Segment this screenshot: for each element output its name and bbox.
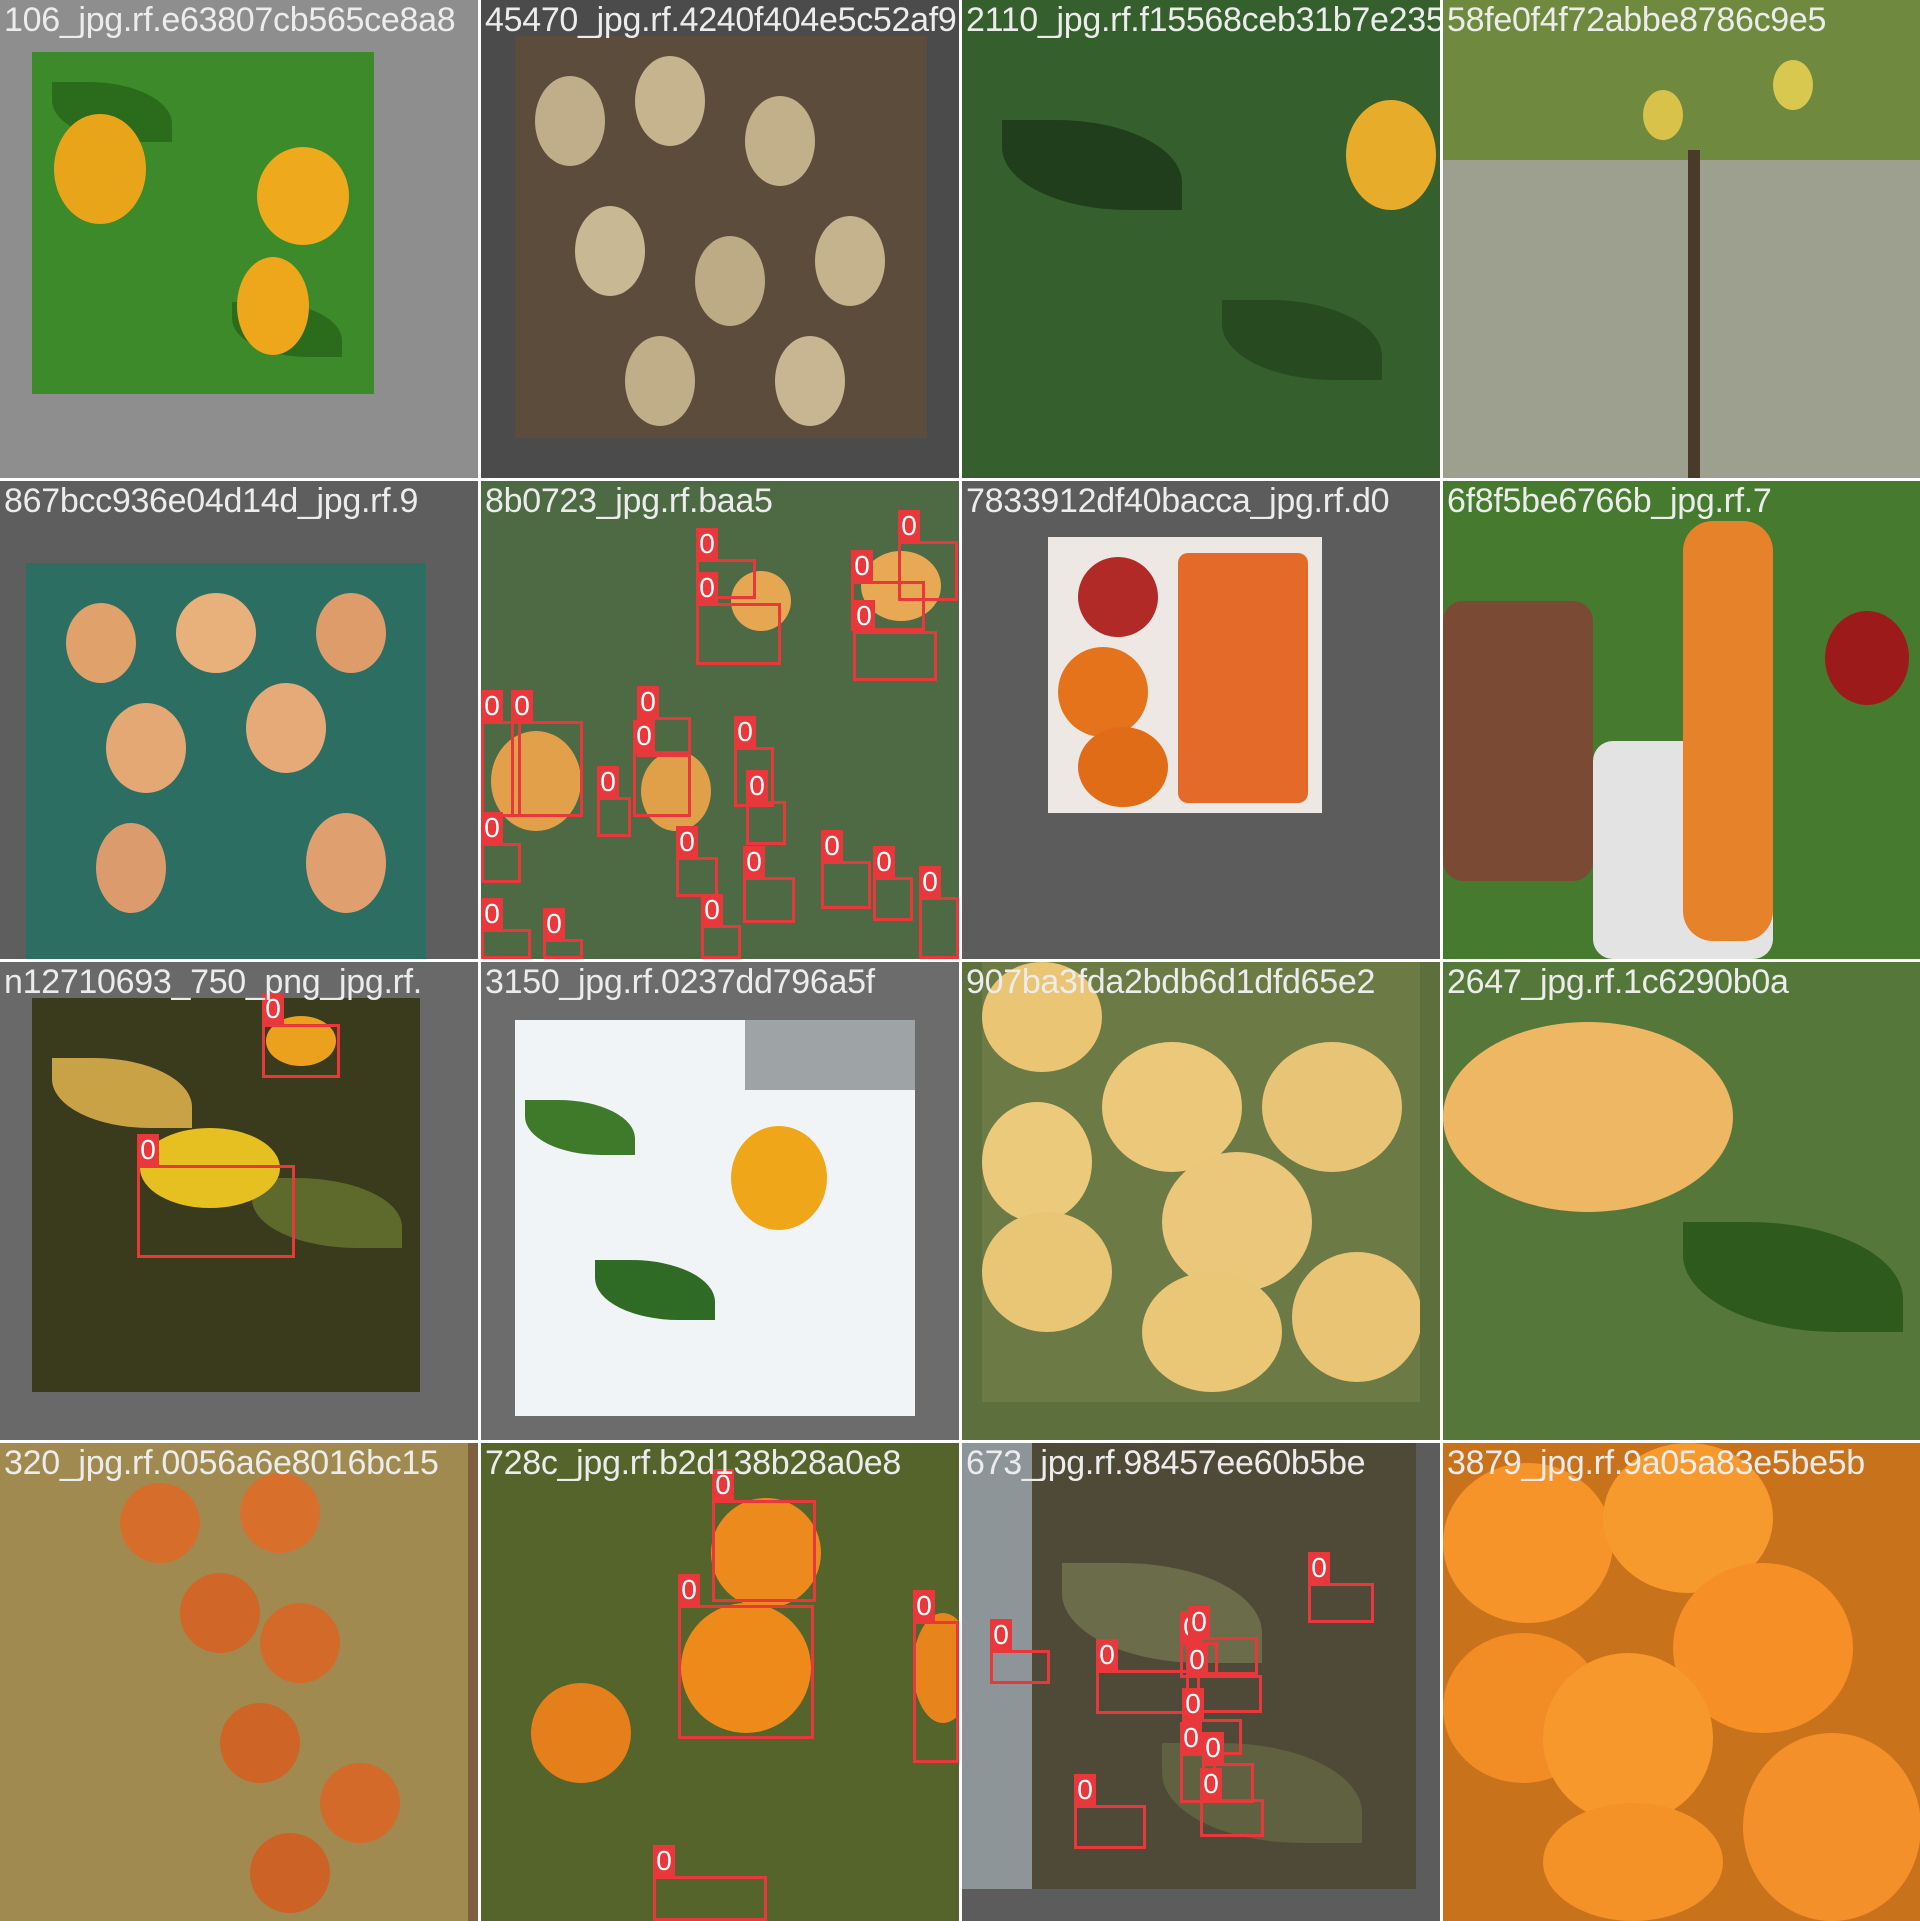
- detection-box: 0: [597, 766, 631, 837]
- tile-caption: 106_jpg.rf.e63807cb565ce8a8: [4, 1, 456, 39]
- tile-caption: 2647_jpg.rf.1c6290b0a: [1447, 963, 1789, 1001]
- detection-box: 0: [543, 908, 583, 959]
- detection-box: 0: [678, 1574, 814, 1739]
- tile-photo: [1443, 481, 1920, 959]
- detection-box: 0: [821, 830, 871, 909]
- tile-caption: 320_jpg.rf.0056a6e8016bc15: [4, 1444, 439, 1482]
- grid-divider: [0, 959, 1920, 962]
- tile-photo: [1443, 0, 1920, 478]
- detection-box: 0: [913, 1590, 959, 1763]
- tile-11: 907ba3fda2bdb6d1dfd65e2: [962, 962, 1440, 1440]
- tile-16: 3879_jpg.rf.9a05a83e5be5b: [1443, 1443, 1920, 1921]
- detection-box: 0: [1074, 1774, 1146, 1849]
- detection-box: 0: [481, 898, 531, 959]
- detection-box: 0: [481, 812, 521, 883]
- tile-caption: 867bcc936e04d14d_jpg.rf.9: [4, 482, 419, 520]
- tile-4: 58fe0f4f72abbe8786c9e5: [1443, 0, 1920, 478]
- tile-caption: 6f8f5be6766b_jpg.rf.7: [1447, 482, 1772, 520]
- tile-12: 2647_jpg.rf.1c6290b0a: [1443, 962, 1920, 1440]
- detection-box: 0: [853, 600, 937, 681]
- detection-box: 0: [919, 866, 959, 959]
- detection-box: 0: [712, 1469, 816, 1602]
- mosaic-grid: 106_jpg.rf.e63807cb565ce8a8 45470_jpg.rf…: [0, 0, 1920, 1921]
- detection-box: 0: [653, 1845, 767, 1921]
- detection-box: 0: [873, 846, 913, 921]
- tile-caption: 673_jpg.rf.98457ee60b5be: [966, 1444, 1366, 1482]
- detection-box: 0: [481, 690, 521, 817]
- tile-photo: [515, 36, 927, 438]
- tile-photo: [515, 1020, 915, 1416]
- tile-caption: n12710693_750_png_jpg.rf.: [4, 963, 422, 1001]
- detection-box: 0: [511, 690, 583, 817]
- detection-box: 0: [262, 993, 340, 1078]
- detection-box: 0: [1308, 1552, 1374, 1623]
- tile-3: 2110_jpg.rf.f15568ceb31b7e2356a: [962, 0, 1440, 478]
- tile-10: 3150_jpg.rf.0237dd796a5f: [481, 962, 959, 1440]
- detection-box: 0: [746, 770, 786, 845]
- tile-caption: 2110_jpg.rf.f15568ceb31b7e2356a: [966, 1, 1440, 39]
- detection-box: 0: [633, 720, 691, 817]
- grid-divider: [0, 478, 1920, 481]
- tile-caption: 3150_jpg.rf.0237dd796a5f: [485, 963, 875, 1001]
- detection-box: 0: [1200, 1768, 1264, 1837]
- tile-photo: [26, 563, 426, 959]
- tile-photo: [1443, 1443, 1920, 1921]
- tile-14: 0 0 0 0 728c_jpg.rf.b2d138b28a0e8: [481, 1443, 959, 1921]
- grid-divider: [0, 1440, 1920, 1443]
- detection-box: 0: [701, 894, 741, 959]
- tile-caption: 3879_jpg.rf.9a05a83e5be5b: [1447, 1444, 1865, 1482]
- tile-caption: 7833912df40bacca_jpg.rf.d0: [966, 482, 1390, 520]
- tile-13: 320_jpg.rf.0056a6e8016bc15: [0, 1443, 478, 1921]
- detection-box: 0: [743, 846, 795, 923]
- tile-8: 6f8f5be6766b_jpg.rf.7: [1443, 481, 1920, 959]
- tile-photo: [0, 1443, 468, 1921]
- tile-photo: [32, 52, 374, 394]
- tile-photo: [1443, 962, 1920, 1440]
- tile-5: 867bcc936e04d14d_jpg.rf.9: [0, 481, 478, 959]
- tile-2: 45470_jpg.rf.4240f404e5c52af9: [481, 0, 959, 478]
- tile-caption: 45470_jpg.rf.4240f404e5c52af9: [485, 1, 957, 39]
- tile-6: 0 0 0 0 0 0 0 0 0 0 0 0 0 0 0 0 0 0 0 0 …: [481, 481, 959, 959]
- detection-box: 0: [696, 572, 781, 665]
- tile-caption: 907ba3fda2bdb6d1dfd65e2: [966, 963, 1376, 1001]
- tile-caption: 728c_jpg.rf.b2d138b28a0e8: [485, 1444, 901, 1482]
- tile-caption: 58fe0f4f72abbe8786c9e5: [1447, 1, 1827, 39]
- tile-photo: [982, 962, 1420, 1402]
- tile-1: 106_jpg.rf.e63807cb565ce8a8: [0, 0, 478, 478]
- detection-box: 0: [990, 1619, 1050, 1684]
- tile-caption: 8b0723_jpg.rf.baa5: [485, 482, 773, 520]
- tile-7: 7833912df40bacca_jpg.rf.d0: [962, 481, 1440, 959]
- tile-photo: [962, 0, 1440, 478]
- tile-photo: [1048, 537, 1322, 813]
- detection-box: 0: [137, 1134, 295, 1258]
- detection-box: 0: [676, 826, 718, 897]
- tile-15: 0 0 0 0 0 0 0 0 0 0 0 673_jpg.rf.98457ee…: [962, 1443, 1440, 1921]
- tile-9: 0 0 n12710693_750_png_jpg.rf.: [0, 962, 478, 1440]
